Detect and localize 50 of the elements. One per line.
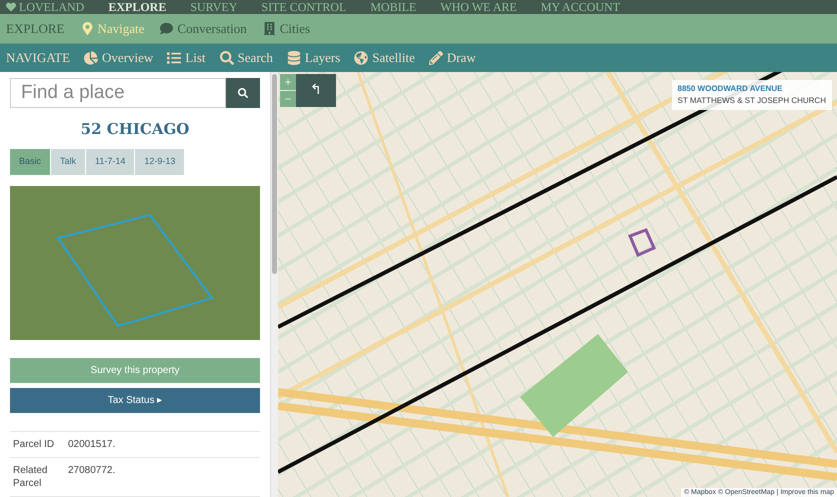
map-tool-button[interactable]: Overview [84, 48, 154, 68]
building-icon [262, 22, 276, 35]
map-tool-button[interactable]: List [167, 48, 206, 68]
map-tool-button[interactable]: Satellite [354, 48, 415, 68]
search-icon [238, 88, 248, 98]
detail-value: 02001517. [68, 438, 116, 451]
explore-tab[interactable]: Conversation [160, 18, 247, 38]
search-icon [220, 51, 234, 65]
nav-link[interactable]: MOBILE [370, 1, 416, 13]
detail-value: 27080772. [68, 464, 116, 478]
property-title: 52 CHICAGO [80, 119, 190, 140]
nav-link[interactable]: MY ACCOUNT [540, 1, 620, 13]
speech-bubble-icon [160, 22, 174, 35]
explore-title: EXPLORE [6, 20, 64, 38]
search-field[interactable]: Find a place [10, 78, 226, 108]
location-name: ST MATTHEWS & ST JOSEPH CHURCH [678, 95, 826, 107]
pie-chart-icon [84, 51, 98, 65]
brand-name: LOVELAND [19, 1, 84, 13]
nav-link[interactable]: SITE CONTROL [261, 1, 346, 13]
location-address: 8850 WOODWARD AVENUE [678, 83, 784, 95]
tax-status-button[interactable]: Tax Status ▸ [10, 388, 260, 413]
scrollbar-thumb[interactable] [272, 74, 277, 274]
navigate-title: NAVIGATE [6, 49, 70, 68]
list-icon [167, 51, 182, 65]
property-tab[interactable]: 12-9-13 [135, 148, 184, 174]
map-tool-button[interactable]: Layers [286, 48, 340, 68]
search-button[interactable] [226, 78, 260, 108]
heart-icon [6, 2, 16, 12]
property-tab[interactable]: 11-7-14 [86, 148, 134, 174]
property-tab[interactable]: Basic [10, 148, 50, 174]
stack-icon [286, 51, 301, 65]
back-button[interactable]: ↰ [296, 74, 336, 107]
zoom-in-button[interactable]: + [280, 74, 296, 90]
zoom-out-button[interactable]: − [280, 91, 296, 107]
scrollbar[interactable] [270, 72, 278, 497]
nav-link[interactable]: WHO WE ARE [440, 1, 517, 13]
map-tool-button[interactable]: Draw [428, 48, 476, 68]
explore-tab[interactable]: Navigate [80, 18, 144, 38]
property-tab[interactable]: Talk [51, 148, 86, 174]
nav-link[interactable]: EXPLORE [108, 1, 166, 13]
detail-label: Related Parcel [12, 464, 48, 490]
globe-icon [354, 51, 368, 65]
brand-link[interactable]: LOVELAND [6, 1, 84, 13]
pin-icon [80, 22, 94, 35]
map-tool-button[interactable]: Search [220, 48, 273, 68]
survey-button[interactable]: Survey this property [10, 358, 260, 384]
nav-link[interactable]: SURVEY [190, 1, 238, 13]
pencil-icon [428, 51, 443, 65]
detail-label: Parcel ID [12, 438, 56, 451]
explore-tab[interactable]: Cities [262, 18, 310, 38]
